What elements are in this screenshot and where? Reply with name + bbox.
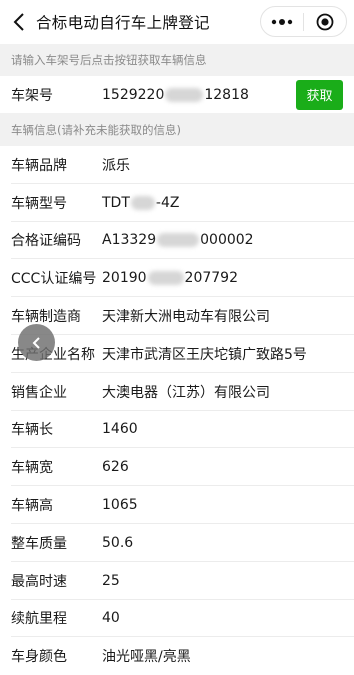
vehicle-info-label: 车辆型号 — [11, 195, 67, 212]
floating-back-button[interactable] — [18, 324, 55, 361]
vehicle-info-row: 销售企业 大澳电器（江苏）有限公司 — [0, 372, 354, 411]
more-dots-icon — [271, 18, 293, 25]
vehicle-info-value[interactable]: 20190 207792 — [102, 270, 238, 286]
info-section-hint: 车辆信息(请补充未能获取的信息) — [0, 113, 354, 146]
vehicle-info-label: 车辆品牌 — [11, 157, 67, 174]
vehicle-info-label: 车身颜色 — [11, 649, 67, 666]
vehicle-info-value[interactable]: TDT -4Z — [102, 195, 179, 211]
vehicle-info-label: 续航里程 — [11, 611, 67, 628]
vehicle-info-label: 车辆长 — [11, 422, 53, 439]
vehicle-info-row: 车辆型号 TDT -4Z — [0, 183, 354, 222]
vehicle-info-value[interactable]: 25 — [102, 573, 120, 589]
vehicle-info-row: 续航里程 40 — [0, 599, 354, 638]
close-button[interactable] — [304, 7, 346, 36]
navigation-bar: 合标电动自行车上牌登记 — [0, 0, 354, 44]
vehicle-info-value[interactable]: 大澳电器（江苏）有限公司 — [102, 382, 270, 402]
vehicle-info-value[interactable]: 天津新大洲电动车有限公司 — [102, 306, 270, 326]
vehicle-info-row: 车辆宽 626 — [0, 448, 354, 487]
vehicle-info-value[interactable]: 1460 — [102, 421, 138, 437]
vehicle-info-label: CCC认证编号 — [11, 271, 97, 288]
vehicle-info-value[interactable]: 油光哑黑/亮黑 — [102, 646, 191, 666]
frame-number-row: 车架号 1529220 12818 获取 — [0, 76, 354, 113]
vehicle-info-row: 最高时速 25 — [0, 561, 354, 600]
vehicle-info-row: 车辆高 1065 — [0, 486, 354, 524]
vehicle-info-label: 车辆高 — [11, 498, 53, 515]
vehicle-info-label: 整车质量 — [11, 535, 67, 552]
vehicle-info-row: 车辆制造商 天津新大洲电动车有限公司 — [0, 297, 354, 335]
vehicle-info-label: 车辆制造商 — [11, 309, 81, 326]
vehicle-info-row: 车辆长 1460 — [0, 410, 354, 449]
vehicle-info-row: 车身颜色 油光哑黑/亮黑 — [0, 637, 354, 675]
vehicle-info-value[interactable]: 626 — [102, 459, 129, 475]
redacted-blur — [157, 233, 200, 248]
frame-number-input[interactable]: 1529220 12818 — [102, 87, 249, 103]
vehicle-info-value[interactable]: 40 — [102, 610, 120, 626]
page-title: 合标电动自行车上牌登记 — [36, 14, 210, 32]
back-button[interactable] — [4, 0, 34, 44]
vehicle-info-value[interactable]: 派乐 — [102, 155, 130, 175]
more-button[interactable] — [261, 7, 303, 36]
vehicle-info-row: 车辆品牌 派乐 — [0, 146, 354, 184]
mini-program-capsule — [260, 6, 347, 37]
vehicle-info-row: 整车质量 50.6 — [0, 524, 354, 562]
vehicle-info-value[interactable]: 50.6 — [102, 535, 133, 551]
vehicle-info-label: 车辆宽 — [11, 460, 53, 477]
redacted-blur — [130, 195, 155, 210]
redacted-blur — [165, 87, 204, 102]
target-close-icon — [316, 13, 334, 30]
chevron-left-icon — [13, 13, 24, 31]
vehicle-info-row: CCC认证编号 20190 207792 — [0, 259, 354, 298]
frame-number-label: 车架号 — [11, 87, 53, 104]
floating-back-arrow-icon — [32, 336, 40, 349]
fetch-button[interactable]: 获取 — [296, 79, 343, 110]
vehicle-info-row: 合格证编码 A13329 000002 — [0, 221, 354, 260]
vehicle-info-value[interactable]: 天津市武清区王庆坨镇广致路5号 — [102, 344, 307, 364]
vehicle-info-label: 合格证编码 — [11, 233, 81, 250]
vehicle-info-label: 最高时速 — [11, 573, 67, 590]
vehicle-info-value[interactable]: 1065 — [102, 497, 138, 513]
redacted-blur — [147, 271, 184, 286]
vehicle-info-value[interactable]: A13329 000002 — [102, 232, 254, 248]
frame-section-hint: 请输入车架号后点击按钮获取车辆信息 — [0, 44, 354, 76]
vehicle-info-label: 销售企业 — [11, 384, 67, 401]
